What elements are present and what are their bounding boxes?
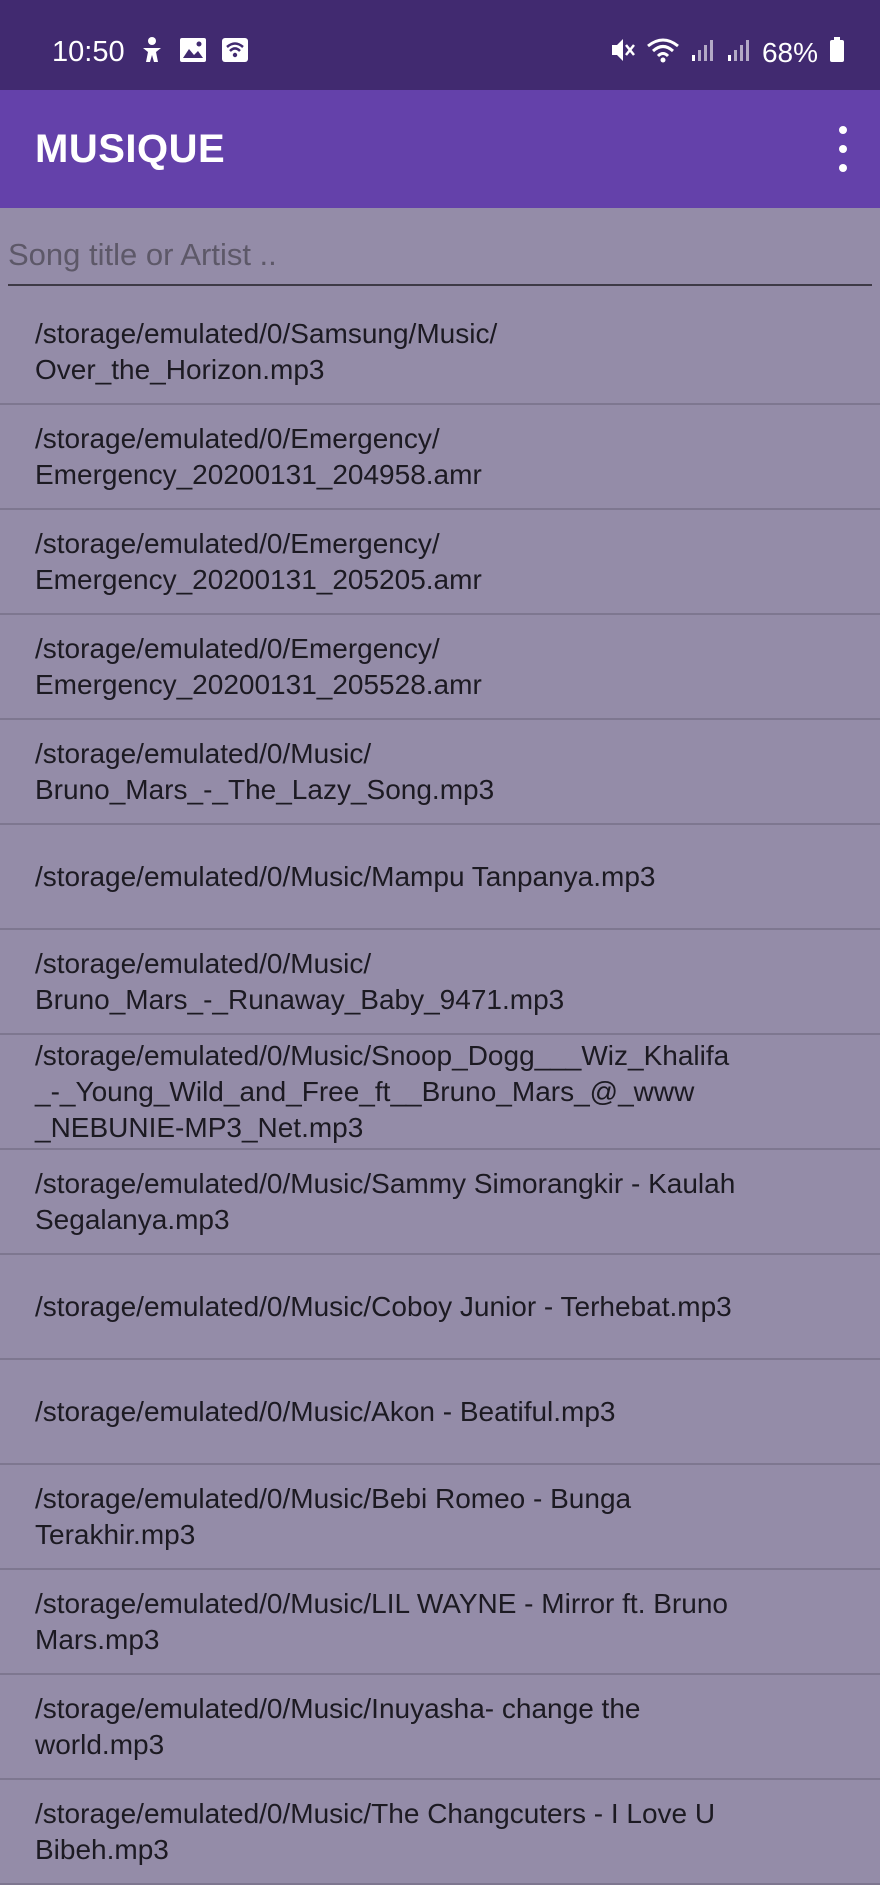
signal-icon: [690, 37, 716, 68]
battery-percent: 68%: [761, 36, 818, 68]
song-list-item[interactable]: /storage/emulated/0/Music/Snoop_Dogg___W…: [0, 1035, 880, 1150]
app-title: MUSIQUE: [35, 127, 226, 171]
song-list-item[interactable]: /storage/emulated/0/Music/ Bruno_Mars_-_…: [0, 720, 880, 825]
accessibility-icon: [139, 36, 165, 69]
wifi-icon: [646, 36, 680, 69]
song-list-item[interactable]: /storage/emulated/0/Music/Coboy Junior -…: [0, 1255, 880, 1360]
song-list-item[interactable]: /storage/emulated/0/Music/Akon - Beatifu…: [0, 1360, 880, 1465]
song-path: /storage/emulated/0/Music/LIL WAYNE - Mi…: [35, 1587, 728, 1655]
song-path: /storage/emulated/0/Music/ Bruno_Mars_-_…: [35, 947, 565, 1015]
menu-dot: [839, 164, 847, 172]
song-path: /storage/emulated/0/Music/Mampu Tanpanya…: [35, 860, 656, 892]
song-list-item[interactable]: /storage/emulated/0/Emergency/ Emergency…: [0, 510, 880, 615]
song-path: /storage/emulated/0/Music/Inuyasha- chan…: [35, 1692, 641, 1760]
overflow-menu-icon[interactable]: [828, 126, 858, 172]
song-list-item[interactable]: /storage/emulated/0/Music/Sammy Simorang…: [0, 1150, 880, 1255]
status-right: 68%: [608, 36, 846, 69]
song-path: /storage/emulated/0/Emergency/ Emergency…: [35, 632, 482, 700]
song-list-item[interactable]: /storage/emulated/0/Music/Bebi Romeo - B…: [0, 1465, 880, 1570]
song-list-item[interactable]: /storage/emulated/0/Emergency/ Emergency…: [0, 405, 880, 510]
song-path: /storage/emulated/0/Emergency/ Emergency…: [35, 422, 482, 490]
song-list-item[interactable]: /storage/emulated/0/Music/ Bruno_Mars_-_…: [0, 930, 880, 1035]
search-input[interactable]: [8, 228, 868, 282]
song-list-item[interactable]: /storage/emulated/0/Emergency/ Emergency…: [0, 615, 880, 720]
search-field: [8, 228, 872, 286]
song-path: /storage/emulated/0/Music/Akon - Beatifu…: [35, 1395, 616, 1427]
song-path: /storage/emulated/0/Music/ Bruno_Mars_-_…: [35, 737, 495, 805]
song-path: /storage/emulated/0/Emergency/ Emergency…: [35, 527, 482, 595]
app-bar: MUSIQUE: [0, 90, 880, 208]
song-list-item[interactable]: /storage/emulated/0/Music/Inuyasha- chan…: [0, 1675, 880, 1780]
status-bar: 10:50 68%: [0, 0, 880, 90]
battery-icon: [828, 36, 846, 69]
status-time: 10:50: [52, 36, 125, 68]
song-path: /storage/emulated/0/Music/Coboy Junior -…: [35, 1290, 732, 1322]
song-list-item[interactable]: /storage/emulated/0/Samsung/Music/ Over_…: [0, 300, 880, 405]
song-path: /storage/emulated/0/Music/Snoop_Dogg___W…: [35, 1039, 730, 1143]
song-list-item[interactable]: /storage/emulated/0/Music/Mampu Tanpanya…: [0, 825, 880, 930]
vibrate-off-icon: [608, 36, 636, 69]
menu-dot: [839, 126, 847, 134]
signal-icon: [726, 37, 752, 68]
song-path: /storage/emulated/0/Music/Bebi Romeo - B…: [35, 1482, 632, 1550]
song-path: /storage/emulated/0/Music/Sammy Simorang…: [35, 1167, 736, 1235]
song-list-item[interactable]: /storage/emulated/0/Music/LIL WAYNE - Mi…: [0, 1570, 880, 1675]
song-path: /storage/emulated/0/Music/The Changcuter…: [35, 1797, 716, 1865]
song-path: /storage/emulated/0/Samsung/Music/ Over_…: [35, 317, 498, 385]
wifi-call-icon: [221, 37, 249, 68]
status-left: 10:50: [52, 36, 249, 69]
gallery-icon: [179, 37, 207, 68]
song-list-item[interactable]: /storage/emulated/0/Music/The Changcuter…: [0, 1780, 880, 1885]
menu-dot: [839, 145, 847, 153]
